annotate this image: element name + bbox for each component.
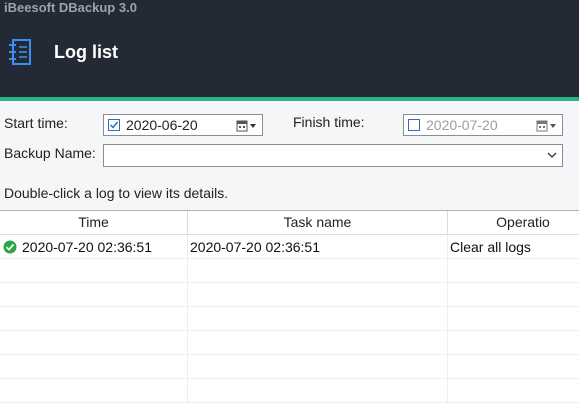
empty-cell	[0, 283, 188, 307]
empty-cell	[0, 331, 188, 355]
empty-cell	[0, 307, 188, 331]
empty-cell	[0, 355, 188, 379]
log-table[interactable]: Time Task name Operatio 2020-07-20 02:36…	[0, 210, 579, 407]
start-time-label: Start time:	[4, 115, 68, 131]
calendar-dropdown-icon[interactable]	[536, 119, 558, 133]
log-list-icon	[9, 39, 31, 65]
cell-task-name: 2020-07-20 02:36:51	[188, 235, 448, 259]
finish-time-picker[interactable]: 2020-07-20	[403, 114, 563, 136]
cell-operation: Clear all logs	[450, 239, 531, 255]
empty-cell	[188, 379, 448, 403]
start-time-value: 2020-06-20	[126, 117, 198, 133]
start-time-picker[interactable]: 2020-06-20	[103, 114, 263, 136]
cell-time: 2020-07-20 02:36:51	[0, 235, 188, 259]
app-header: iBeesoft DBackup 3.0 Log list	[0, 0, 579, 98]
empty-cell	[188, 259, 448, 283]
column-header-operation[interactable]: Operatio	[448, 211, 579, 234]
table-header: Time Task name Operatio	[0, 211, 579, 235]
empty-cell	[0, 379, 188, 403]
page-title: Log list	[54, 42, 118, 62]
empty-cell	[188, 283, 448, 307]
table-row-empty	[0, 259, 579, 283]
empty-cell	[188, 307, 448, 331]
finish-time-value: 2020-07-20	[426, 117, 498, 133]
finish-time-checkbox[interactable]	[408, 119, 420, 131]
table-row-empty	[0, 355, 579, 379]
table-row-empty	[0, 331, 579, 355]
empty-cell	[188, 355, 448, 379]
accent-divider	[0, 97, 579, 101]
table-row-empty	[0, 283, 579, 307]
calendar-dropdown-icon[interactable]	[236, 119, 258, 133]
table-row[interactable]: 2020-07-20 02:36:51 2020-07-20 02:36:51 …	[0, 235, 579, 259]
column-header-task-name[interactable]: Task name	[188, 211, 448, 234]
app-title: iBeesoft DBackup 3.0	[4, 0, 137, 15]
empty-cell	[188, 331, 448, 355]
finish-time-label: Finish time:	[293, 114, 365, 130]
hint-text: Double-click a log to view its details.	[4, 185, 229, 201]
check-icon	[109, 121, 119, 129]
success-check-icon	[3, 240, 17, 254]
empty-cell	[0, 259, 188, 283]
table-row-empty	[0, 379, 579, 403]
backup-name-label: Backup Name:	[4, 145, 96, 161]
column-header-time[interactable]: Time	[0, 211, 188, 234]
chevron-down-icon[interactable]	[547, 151, 557, 159]
start-time-checkbox[interactable]	[108, 119, 120, 131]
backup-name-select[interactable]	[103, 144, 563, 167]
table-row-empty	[0, 307, 579, 331]
time-text: 2020-07-20 02:36:51	[22, 239, 152, 255]
